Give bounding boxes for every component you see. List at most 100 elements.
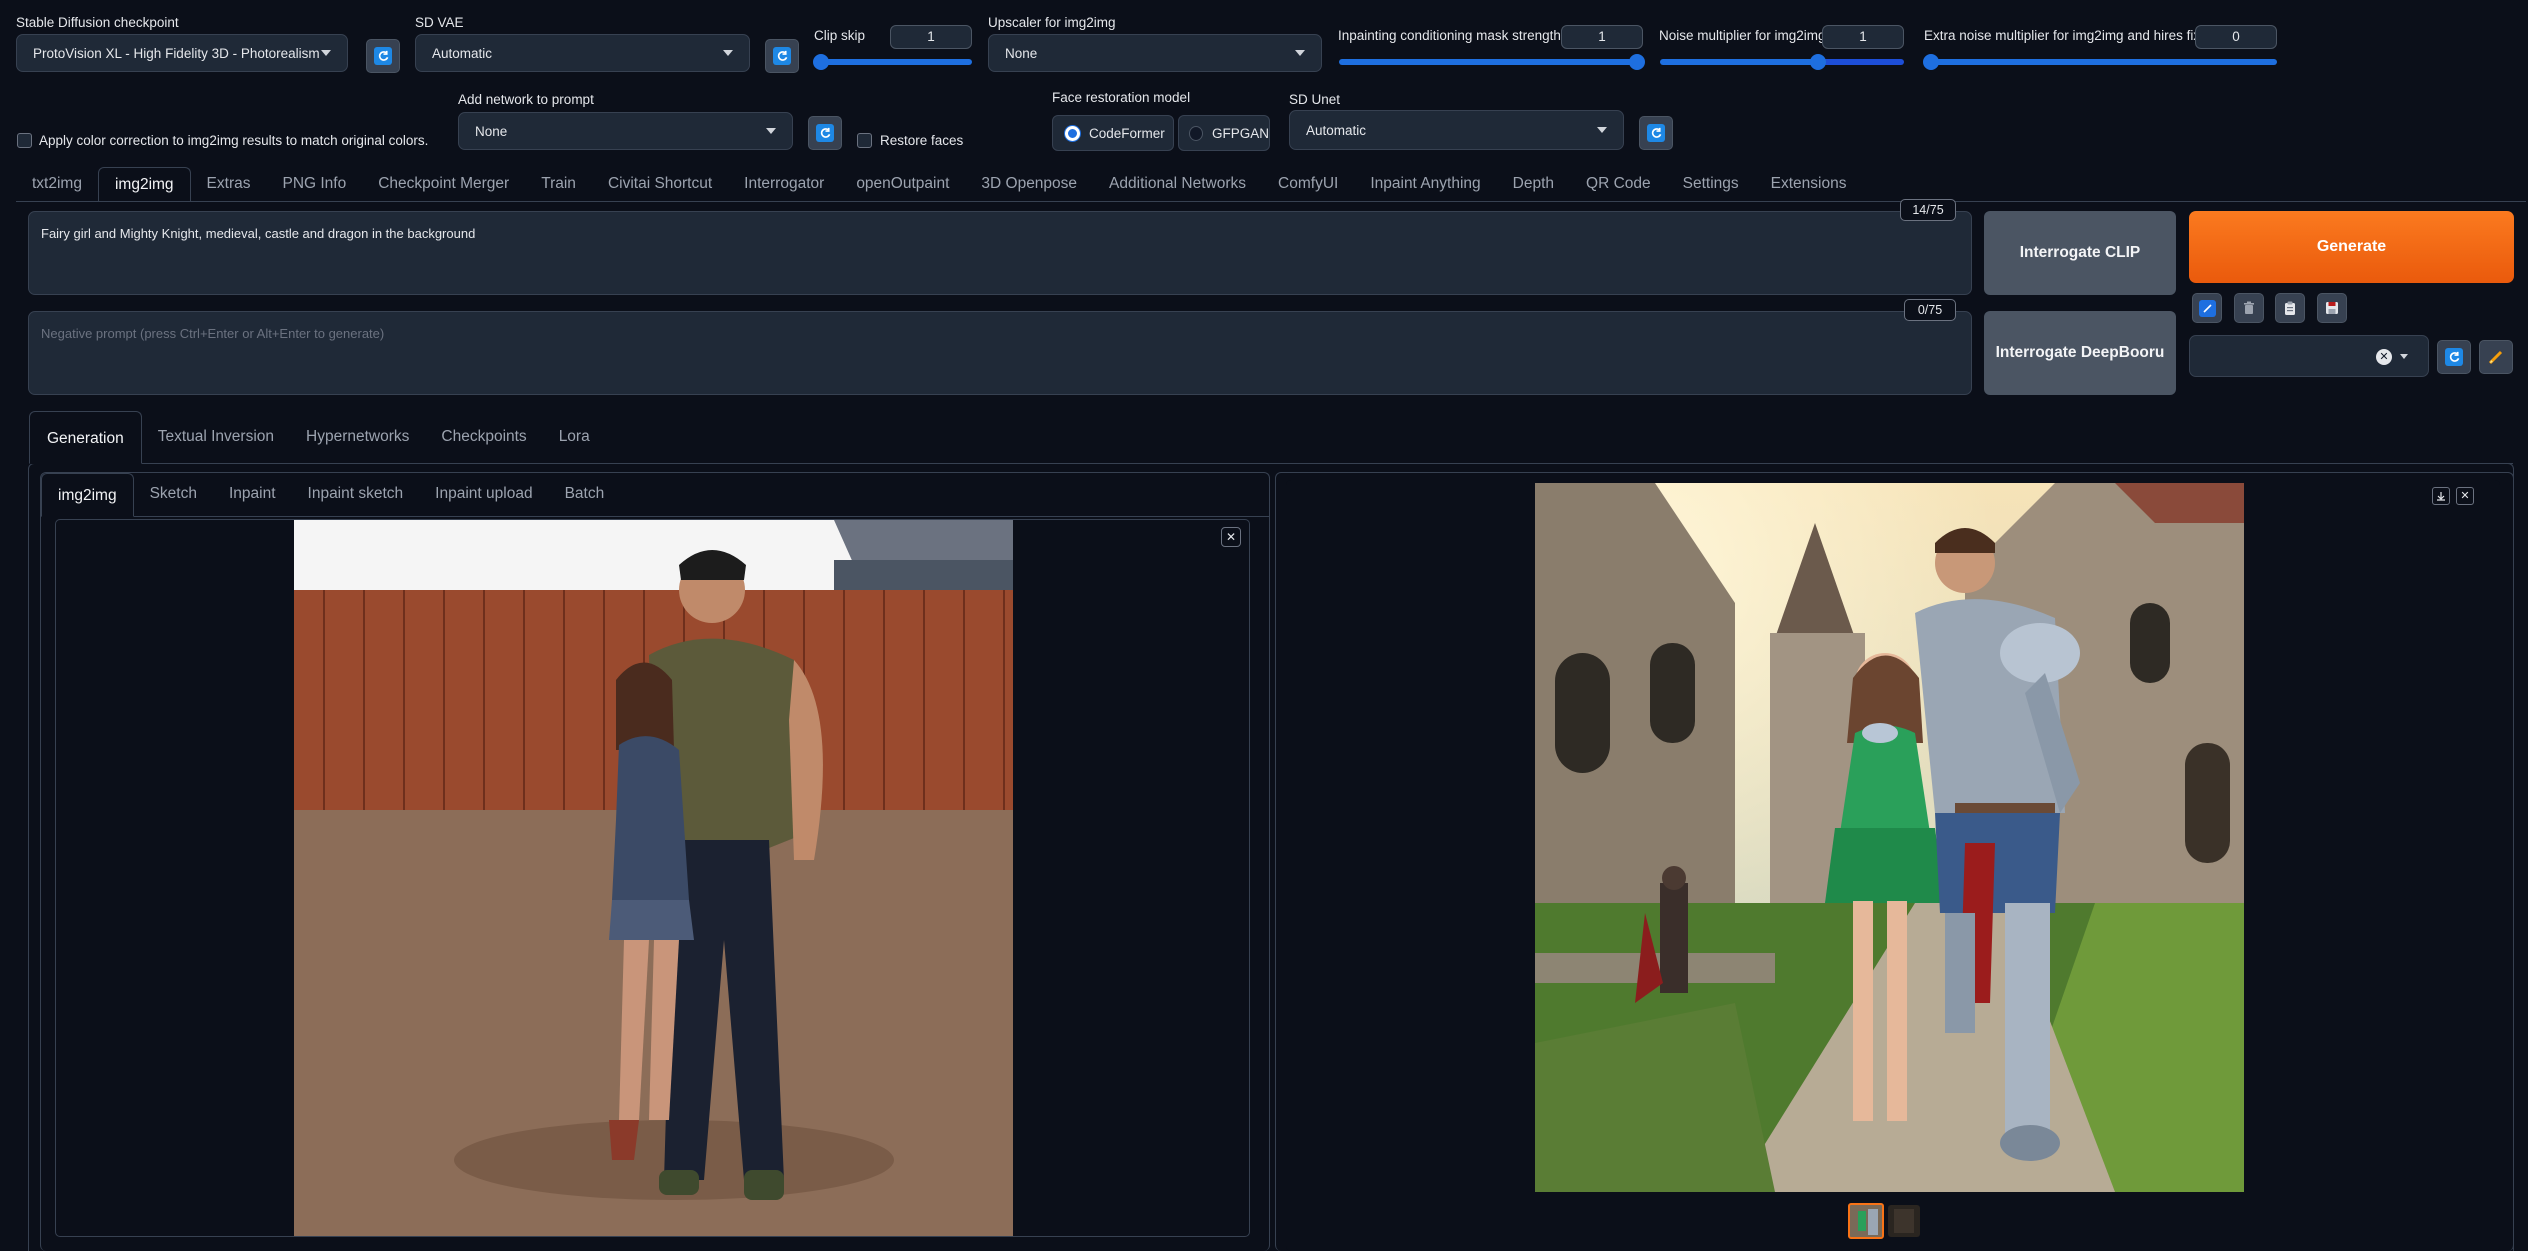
generation-tab-bar: Generation Textual Inversion Hypernetwor… [29, 411, 2513, 464]
tab-additional-networks[interactable]: Additional Networks [1093, 167, 1262, 201]
prompt-textarea[interactable]: Fairy girl and Mighty Knight, medieval, … [28, 211, 1972, 295]
negative-prompt-textarea[interactable]: Negative prompt (press Ctrl+Enter or Alt… [28, 311, 1972, 395]
restore-faces-checkbox[interactable] [857, 133, 872, 148]
tab-interrogator[interactable]: Interrogator [728, 167, 840, 201]
tab-extras[interactable]: Extras [191, 167, 267, 201]
slider-handle[interactable] [1810, 54, 1826, 70]
add-network-label: Add network to prompt [458, 92, 594, 107]
tab-inpaint-anything[interactable]: Inpaint Anything [1354, 167, 1496, 201]
face-restoration-option-gfpgan[interactable]: GFPGAN [1178, 115, 1270, 151]
color-correction-label: Apply color correction to img2img result… [39, 133, 429, 148]
chevron-down-icon [2400, 354, 2408, 359]
tab-batch[interactable]: Batch [549, 472, 621, 516]
refresh-icon [816, 124, 834, 142]
tab-lora[interactable]: Lora [543, 410, 606, 463]
tab-checkpoints[interactable]: Checkpoints [425, 410, 542, 463]
generate-button[interactable]: Generate [2189, 211, 2514, 283]
sd-unet-label: SD Unet [1289, 92, 1341, 107]
face-restoration-option-codeformer[interactable]: CodeFormer [1052, 115, 1174, 151]
tab-txt2img[interactable]: txt2img [16, 167, 98, 201]
add-network-refresh-button[interactable] [808, 116, 842, 150]
tab-inpaint[interactable]: Inpaint [213, 472, 292, 516]
sd-unet-dropdown[interactable]: Automatic [1289, 110, 1624, 150]
tab-settings[interactable]: Settings [1667, 167, 1755, 201]
inpaint-strength-number[interactable]: 1 [1561, 25, 1643, 49]
refresh-icon [773, 47, 791, 65]
tab-inpaint-upload[interactable]: Inpaint upload [419, 472, 548, 516]
clip-skip-label: Clip skip [814, 28, 866, 43]
styles-dropdown[interactable]: ✕ [2189, 335, 2429, 377]
codeformer-label: CodeFormer [1089, 125, 1165, 141]
tab-inpaint-sketch[interactable]: Inpaint sketch [292, 472, 420, 516]
upscaler-dropdown[interactable]: None [988, 34, 1322, 72]
negative-token-counter: 0/75 [1904, 299, 1956, 321]
save-icon [2326, 302, 2338, 314]
prompt-token-counter: 14/75 [1900, 199, 1956, 221]
checkpoint-dropdown[interactable]: ProtoVision XL - High Fidelity 3D - Phot… [16, 34, 348, 72]
tab-img2img[interactable]: img2img [97, 167, 191, 201]
noise-mult-slider[interactable] [1660, 54, 1904, 70]
inpaint-strength-slider[interactable] [1339, 54, 1645, 70]
color-correction-checkbox[interactable] [17, 133, 32, 148]
tab-openoutpaint[interactable]: openOutpaint [840, 167, 965, 201]
interrogate-deepbooru-button[interactable]: Interrogate DeepBooru [1984, 311, 2176, 395]
tab-hypernetworks[interactable]: Hypernetworks [290, 410, 425, 463]
tab-generation[interactable]: Generation [29, 411, 142, 464]
upscaler-value: None [1005, 45, 1038, 61]
thumbnail-2[interactable] [1888, 1205, 1920, 1237]
sd-unet-value: Automatic [1306, 122, 1367, 138]
main-tab-bar: txt2img img2img Extras PNG Info Checkpoi… [16, 167, 2526, 202]
download-button[interactable] [2432, 487, 2450, 505]
slider-handle[interactable] [1629, 54, 1645, 70]
slider-handle[interactable] [1923, 54, 1939, 70]
slider-handle[interactable] [813, 54, 829, 70]
close-gallery-button[interactable]: ✕ [2456, 487, 2474, 505]
tab-3d-openpose[interactable]: 3D Openpose [965, 167, 1093, 201]
edit-styles-button[interactable] [2479, 340, 2513, 374]
vae-refresh-button[interactable] [765, 39, 799, 73]
thumbnail-1[interactable] [1848, 1203, 1884, 1239]
prompt-text: Fairy girl and Mighty Knight, medieval, … [41, 226, 476, 241]
tab-sketch[interactable]: Sketch [134, 472, 213, 516]
vae-dropdown[interactable]: Automatic [415, 34, 750, 72]
pencil-icon [2488, 350, 2503, 365]
tab-comfyui[interactable]: ComfyUI [1262, 167, 1354, 201]
tab-textual-inversion[interactable]: Textual Inversion [142, 410, 290, 463]
noise-mult-label: Noise multiplier for img2img [1659, 28, 1826, 43]
tab-depth[interactable]: Depth [1497, 167, 1570, 201]
extra-noise-number[interactable]: 0 [2195, 25, 2277, 49]
add-network-dropdown[interactable]: None [458, 112, 793, 150]
tab-train[interactable]: Train [525, 167, 592, 201]
tab-input-img2img[interactable]: img2img [41, 473, 134, 517]
image-upload-area[interactable]: ✕ [55, 519, 1250, 1237]
checkpoint-label: Stable Diffusion checkpoint [16, 15, 179, 30]
gfpgan-label: GFPGAN [1211, 125, 1269, 141]
close-icon[interactable]: ✕ [2376, 349, 2392, 365]
add-network-value: None [475, 123, 508, 139]
save-style-button[interactable] [2317, 293, 2347, 323]
radio-selected-icon [1065, 125, 1080, 141]
clip-skip-slider[interactable] [813, 54, 972, 70]
apply-style-button[interactable] [2275, 293, 2305, 323]
tab-extensions[interactable]: Extensions [1755, 167, 1863, 201]
input-tab-bar: img2img Sketch Inpaint Inpaint sketch In… [41, 473, 1269, 517]
clip-skip-number[interactable]: 1 [890, 25, 972, 49]
interrogate-clip-button[interactable]: Interrogate CLIP [1984, 211, 2176, 295]
clear-prompt-button[interactable] [2234, 293, 2264, 323]
tab-checkpoint-merger[interactable]: Checkpoint Merger [362, 167, 525, 201]
sd-unet-refresh-button[interactable] [1639, 116, 1673, 150]
chevron-down-icon [321, 50, 331, 56]
clear-image-button[interactable]: ✕ [1221, 527, 1241, 547]
vae-value: Automatic [432, 45, 493, 61]
negative-prompt-placeholder: Negative prompt (press Ctrl+Enter or Alt… [41, 326, 385, 341]
input-image [294, 520, 1013, 1236]
tab-png-info[interactable]: PNG Info [266, 167, 362, 201]
checkpoint-refresh-button[interactable] [366, 39, 400, 73]
noise-mult-number[interactable]: 1 [1822, 25, 1904, 49]
tab-qr-code[interactable]: QR Code [1570, 167, 1667, 201]
styles-refresh-button[interactable] [2437, 340, 2471, 374]
extra-noise-slider[interactable] [1923, 54, 2277, 70]
tab-civitai-shortcut[interactable]: Civitai Shortcut [592, 167, 728, 201]
output-image[interactable] [1535, 483, 2244, 1192]
toggle-styles-button[interactable] [2192, 293, 2222, 323]
